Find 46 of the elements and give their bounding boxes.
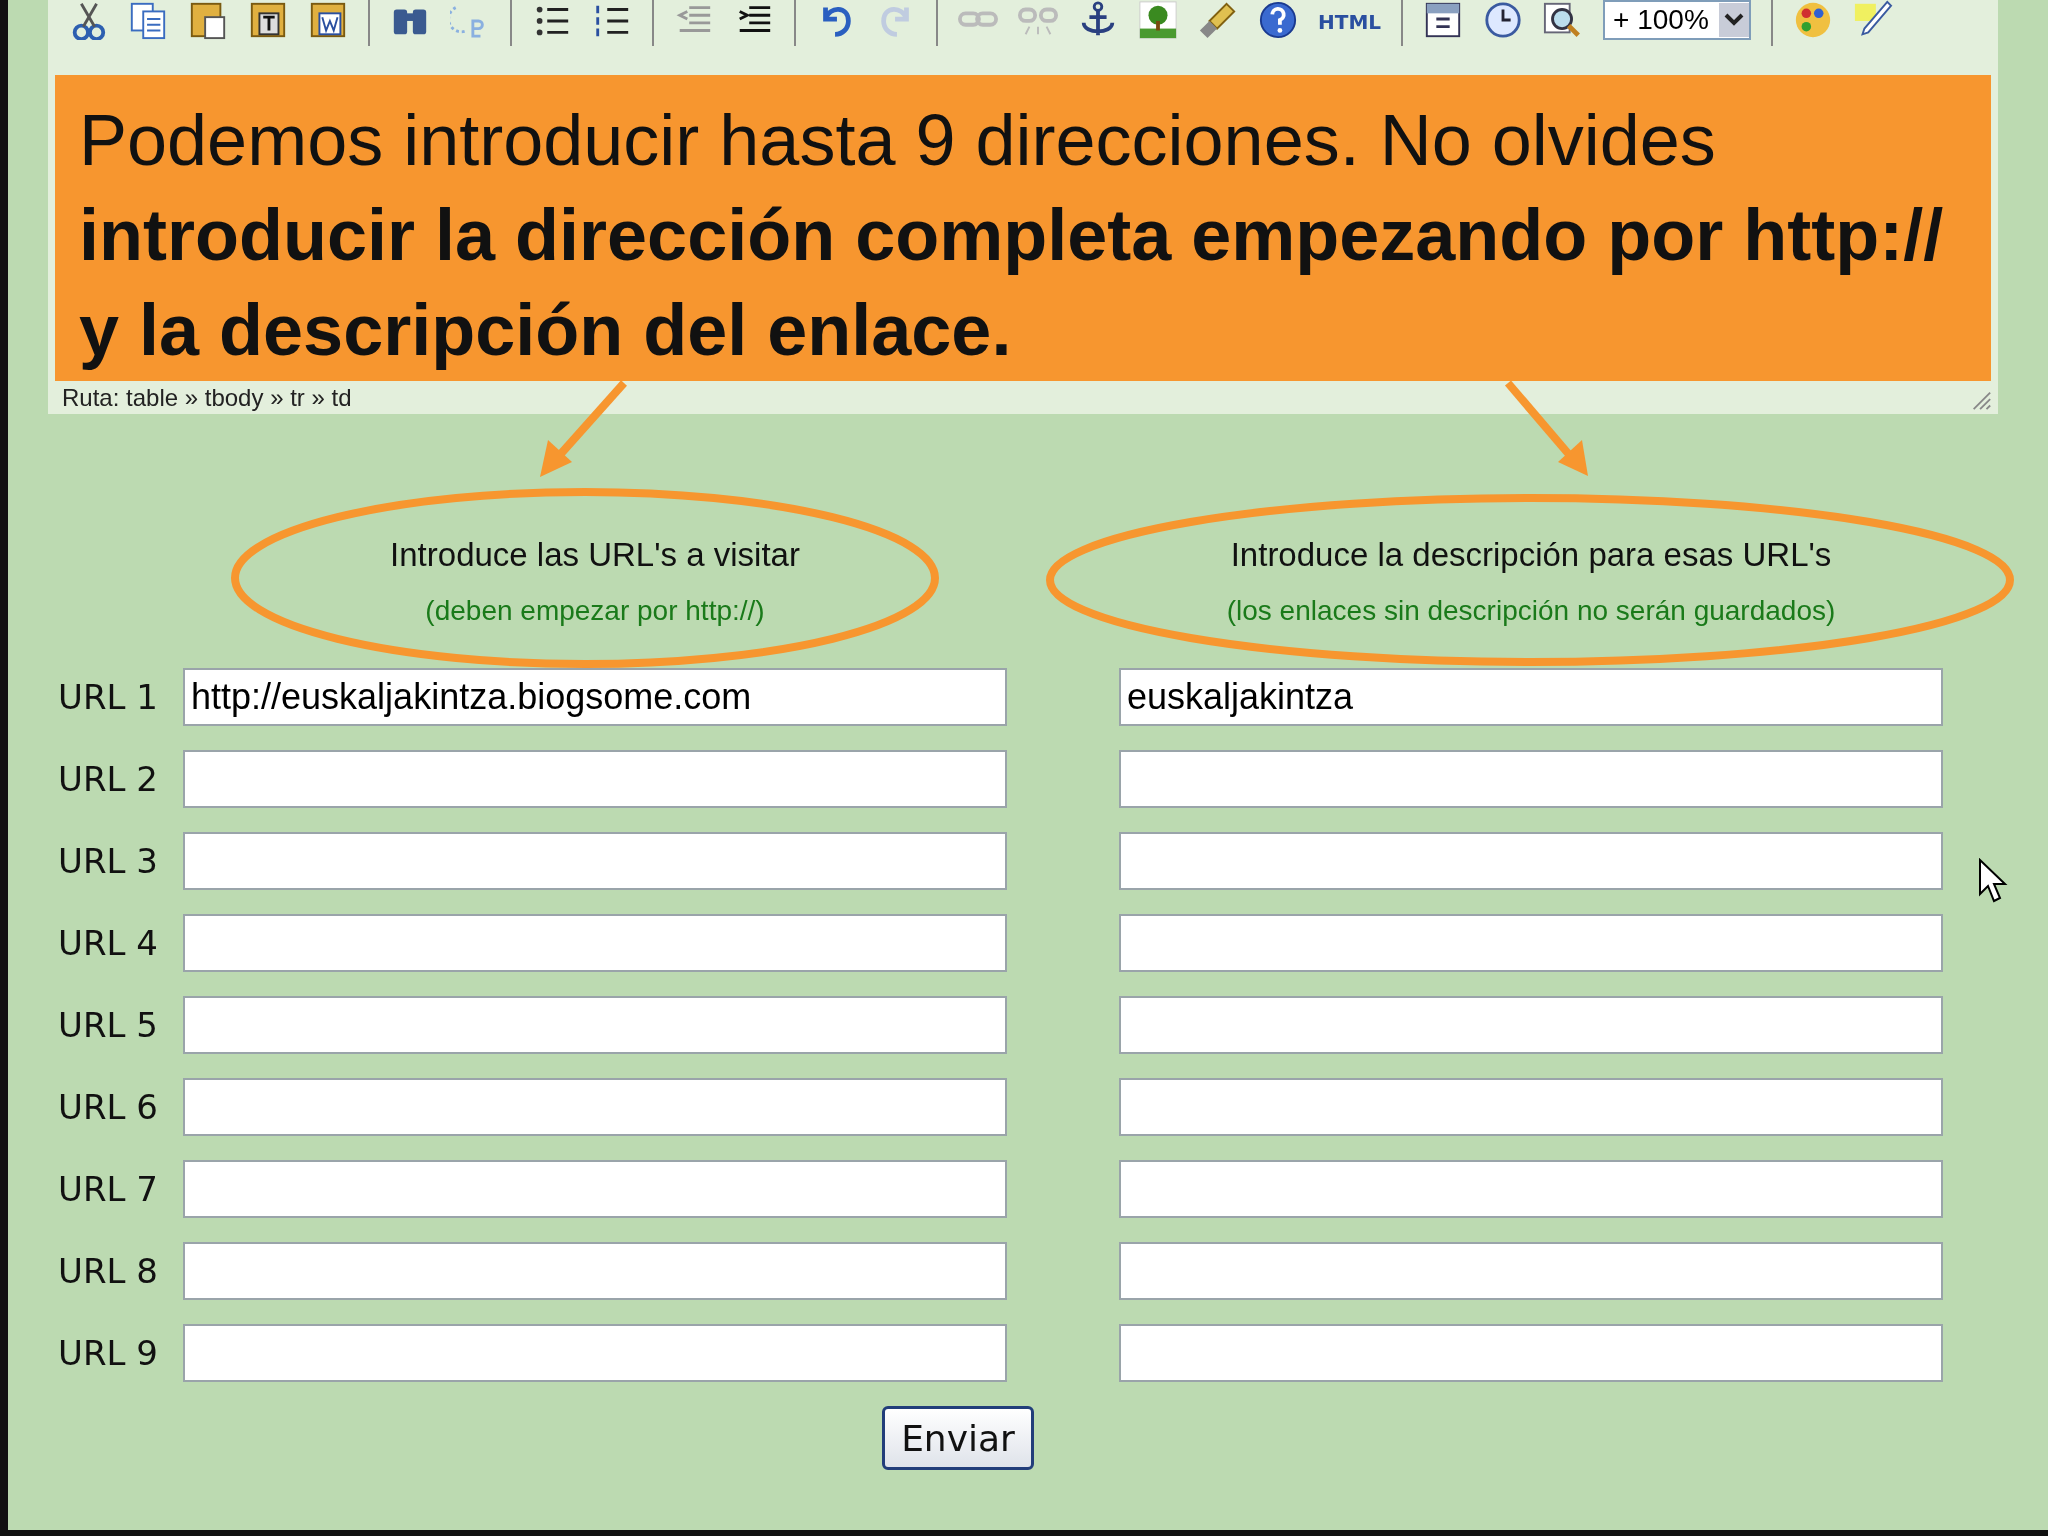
html-button[interactable]: HTML bbox=[1318, 0, 1382, 34]
url-label: URL 8 bbox=[58, 1251, 159, 1291]
brush-icon[interactable] bbox=[1198, 0, 1238, 40]
resize-grip-icon[interactable] bbox=[1970, 389, 1992, 411]
url-field[interactable] bbox=[183, 1324, 1007, 1382]
image-icon[interactable] bbox=[1138, 0, 1178, 40]
description-field[interactable] bbox=[1119, 750, 1943, 808]
help-icon[interactable] bbox=[1258, 0, 1298, 40]
description-field[interactable] bbox=[1119, 1242, 1943, 1300]
callout-text: Podemos introducir hasta 9 direcciones. No olvides introducir la dirección completa empezando por http:// y la descripción del enlace. bbox=[79, 99, 1945, 372]
column-heading: Introduce la descripción para esas URL's bbox=[1230, 536, 1832, 574]
url-field[interactable] bbox=[183, 1078, 1007, 1136]
url-label: URL 9 bbox=[58, 1333, 159, 1373]
column-hint: (los enlaces sin descripción no serán guardados) bbox=[1226, 594, 1836, 628]
description-field[interactable] bbox=[1119, 1324, 1943, 1382]
zoom-select[interactable]: + 100% bbox=[1603, 0, 1751, 40]
column-hint: (deben empezar por http://) bbox=[425, 594, 765, 628]
copy-icon[interactable] bbox=[128, 0, 168, 40]
url-field[interactable] bbox=[183, 1242, 1007, 1300]
url-field[interactable]: http://euskaljakintza.biogsome.com bbox=[183, 668, 1007, 726]
url-field[interactable] bbox=[183, 914, 1007, 972]
clipboard-icon[interactable] bbox=[248, 0, 288, 40]
clipboard-icon[interactable] bbox=[188, 0, 228, 40]
url-label: URL 1 bbox=[58, 677, 159, 717]
description-field[interactable] bbox=[1119, 914, 1943, 972]
column-heading: Introduce las URL's a visitar bbox=[390, 536, 800, 574]
clock-icon[interactable] bbox=[1483, 0, 1524, 40]
url-label: URL 7 bbox=[58, 1169, 159, 1209]
description-field[interactable] bbox=[1119, 1078, 1943, 1136]
url-label: URL 6 bbox=[58, 1087, 159, 1127]
path-bar-text: Ruta: table » tbody » tr » td bbox=[62, 385, 352, 411]
url-label: URL 2 bbox=[58, 759, 159, 799]
description-field[interactable] bbox=[1119, 996, 1943, 1054]
url-field[interactable] bbox=[183, 832, 1007, 890]
description-field[interactable] bbox=[1119, 1160, 1943, 1218]
url-field[interactable] bbox=[183, 1160, 1007, 1218]
url-label: URL 4 bbox=[58, 923, 159, 963]
url-field[interactable] bbox=[183, 750, 1007, 808]
url-label: URL 3 bbox=[58, 841, 159, 881]
mouse-cursor-icon bbox=[1978, 858, 2008, 904]
submit-button[interactable]: Enviar bbox=[882, 1406, 1034, 1470]
clipboard-icon[interactable] bbox=[308, 0, 348, 40]
description-field[interactable]: euskaljakintza bbox=[1119, 668, 1943, 726]
url-label: URL 5 bbox=[58, 1005, 159, 1045]
url-field[interactable] bbox=[183, 996, 1007, 1054]
description-field[interactable] bbox=[1119, 832, 1943, 890]
